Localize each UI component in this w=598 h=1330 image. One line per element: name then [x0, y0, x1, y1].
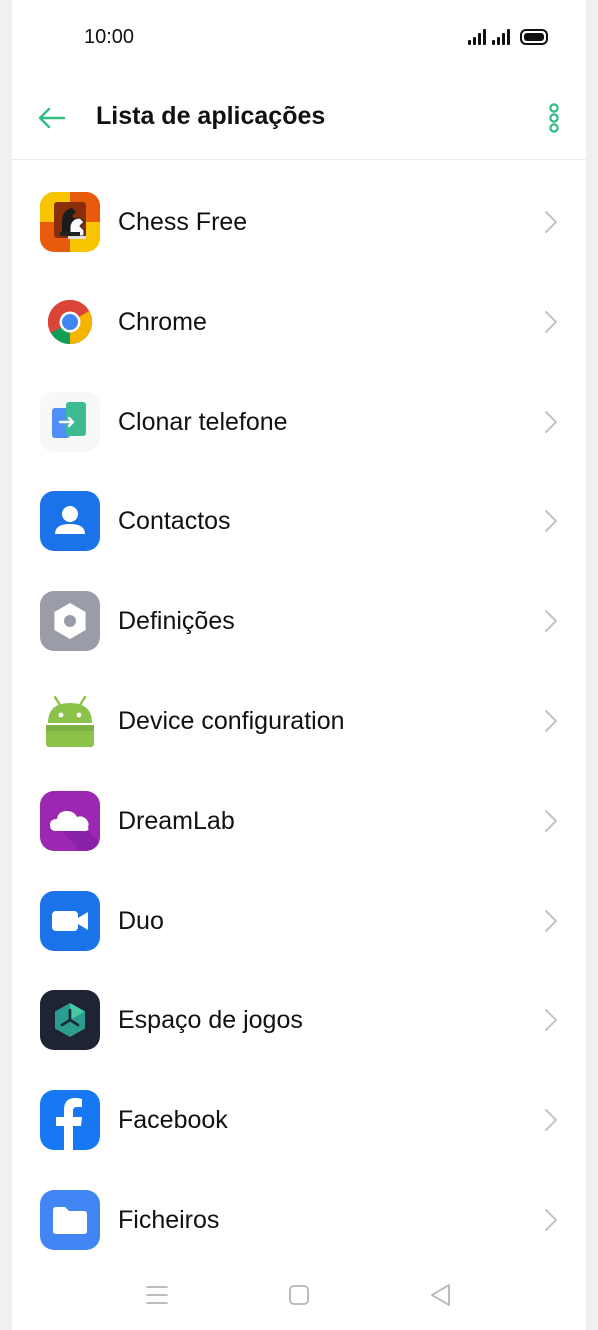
app-row-definicoes[interactable]: Definições: [0, 559, 598, 659]
app-row-contactos[interactable]: Contactos: [0, 459, 598, 559]
chevron-right-icon: [545, 211, 557, 233]
contacts-icon: [40, 491, 100, 552]
menu-icon: [146, 1286, 168, 1304]
status-bar: 10:00: [0, 0, 598, 76]
chevron-right-icon: [545, 1109, 557, 1132]
more-options-button[interactable]: [540, 100, 568, 136]
duo-icon: [40, 890, 100, 951]
page-title: Lista de aplicações: [96, 102, 326, 130]
status-time: 10:00: [84, 26, 135, 48]
app-label: Facebook: [118, 1106, 228, 1135]
app-bar: Lista de aplicações: [0, 76, 598, 160]
app-label: Definições: [118, 607, 235, 636]
system-back-button[interactable]: [426, 1280, 456, 1310]
chevron-right-icon: [545, 610, 557, 633]
app-label: Ficheiros: [118, 1205, 220, 1234]
app-row-clonar-telefone[interactable]: Clonar telefone: [0, 360, 598, 460]
app-label: Chrome: [118, 307, 207, 336]
chevron-right-icon: [545, 1208, 557, 1231]
chevron-right-icon: [545, 410, 557, 433]
recents-button[interactable]: [142, 1280, 172, 1310]
app-label: Device configuration: [118, 706, 345, 735]
chevron-right-icon: [545, 510, 557, 533]
settings-icon: [40, 591, 100, 652]
app-row-chess-free[interactable]: Chess Free: [0, 160, 598, 260]
chevron-right-icon: [545, 909, 557, 932]
dreamlab-icon: [40, 790, 100, 851]
home-icon: [289, 1285, 309, 1305]
game-space-icon: [40, 990, 100, 1051]
app-row-device-configuration[interactable]: Device configuration: [0, 659, 598, 759]
app-label: Chess Free: [118, 208, 248, 236]
device-frame-right: [586, 0, 598, 1330]
files-icon: [40, 1189, 100, 1250]
app-row-espaco-de-jogos[interactable]: Espaço de jogos: [0, 958, 598, 1058]
chess-free-icon: [40, 192, 100, 252]
app-list: Chess Free Chrome Clonar telefone Contac…: [0, 160, 598, 1258]
home-button[interactable]: [284, 1280, 314, 1310]
status-icons: [468, 26, 548, 48]
android-icon: [40, 691, 100, 751]
navigation-bar: [0, 1262, 598, 1330]
chevron-right-icon: [545, 809, 557, 832]
battery-icon: [520, 29, 548, 45]
chrome-icon: [40, 292, 100, 352]
back-button[interactable]: [34, 100, 70, 136]
app-row-chrome[interactable]: Chrome: [0, 260, 598, 360]
clone-phone-icon: [40, 391, 100, 452]
app-label: Duo: [118, 906, 164, 935]
device-frame-left: [0, 0, 12, 1330]
signal-icon: [468, 29, 486, 45]
chevron-right-icon: [545, 310, 557, 333]
app-row-duo[interactable]: Duo: [0, 859, 598, 959]
more-vertical-icon: [549, 103, 559, 133]
app-row-facebook[interactable]: Facebook: [0, 1058, 598, 1158]
app-label: Clonar telefone: [118, 407, 288, 436]
app-label: DreamLab: [118, 806, 235, 835]
arrow-left-icon: [38, 107, 66, 129]
app-label: Contactos: [118, 507, 231, 536]
chevron-right-icon: [545, 709, 557, 732]
app-label: Espaço de jogos: [118, 1006, 303, 1035]
back-icon: [431, 1284, 450, 1306]
chevron-right-icon: [545, 1009, 557, 1032]
facebook-icon: [40, 1090, 100, 1151]
signal-icon: [492, 29, 510, 45]
app-row-ficheiros[interactable]: Ficheiros: [0, 1158, 598, 1258]
app-row-dreamlab[interactable]: DreamLab: [0, 759, 598, 859]
